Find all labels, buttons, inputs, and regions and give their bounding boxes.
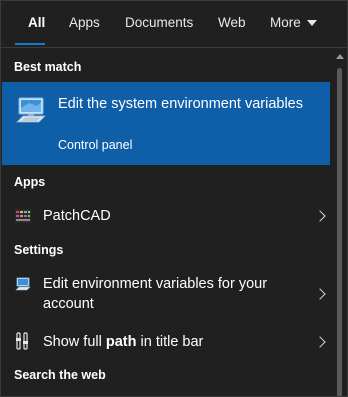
tab-more[interactable]: More — [270, 1, 301, 45]
setting-result-show-path[interactable]: Show full path in title bar — [2, 329, 330, 355]
label-bold-text: path — [105, 334, 137, 350]
tab-web[interactable]: Web — [218, 1, 246, 45]
search-results-panel: All Apps Documents Web More Best match E… — [0, 0, 348, 397]
system-computer-icon — [16, 97, 46, 123]
scroll-up-icon[interactable] — [336, 54, 344, 59]
section-apps: Apps — [14, 175, 46, 189]
best-match-result[interactable]: Edit the system environment variables Co… — [2, 82, 330, 165]
app-result-patchcad[interactable]: PatchCAD — [2, 203, 330, 229]
label-text: Show full — [43, 334, 106, 350]
label-text: in title bar — [136, 334, 204, 350]
user-computer-icon — [15, 277, 31, 291]
search-filter-tabs: All Apps Documents Web More — [1, 1, 347, 45]
scroll-thumb[interactable] — [337, 68, 342, 396]
section-best-match: Best match — [14, 60, 82, 74]
tab-documents[interactable]: Documents — [125, 1, 193, 45]
app-label: PatchCAD — [43, 208, 111, 224]
tabs-divider — [1, 47, 347, 48]
patchcad-icon — [15, 209, 31, 223]
scrollbar[interactable] — [332, 48, 347, 396]
setting-label: Edit environment variables for your acco… — [43, 276, 268, 312]
tab-apps[interactable]: Apps — [69, 1, 100, 45]
chevron-right-icon[interactable] — [314, 210, 326, 222]
best-match-title: Edit the system environment variables — [58, 96, 303, 112]
chevron-right-icon[interactable] — [314, 336, 326, 348]
setting-label: Show full path in title bar — [43, 332, 203, 352]
best-match-subtitle: Control panel — [58, 138, 133, 152]
section-settings: Settings — [14, 243, 64, 257]
folder-options-icon — [16, 332, 28, 350]
setting-result-env-vars[interactable]: Edit environment variables for your acco… — [2, 271, 330, 317]
section-search-web: Search the web — [14, 368, 106, 382]
chevron-down-icon[interactable] — [307, 20, 317, 26]
tab-all[interactable]: All — [28, 1, 45, 45]
active-tab-indicator — [15, 43, 45, 45]
chevron-right-icon[interactable] — [314, 288, 326, 300]
